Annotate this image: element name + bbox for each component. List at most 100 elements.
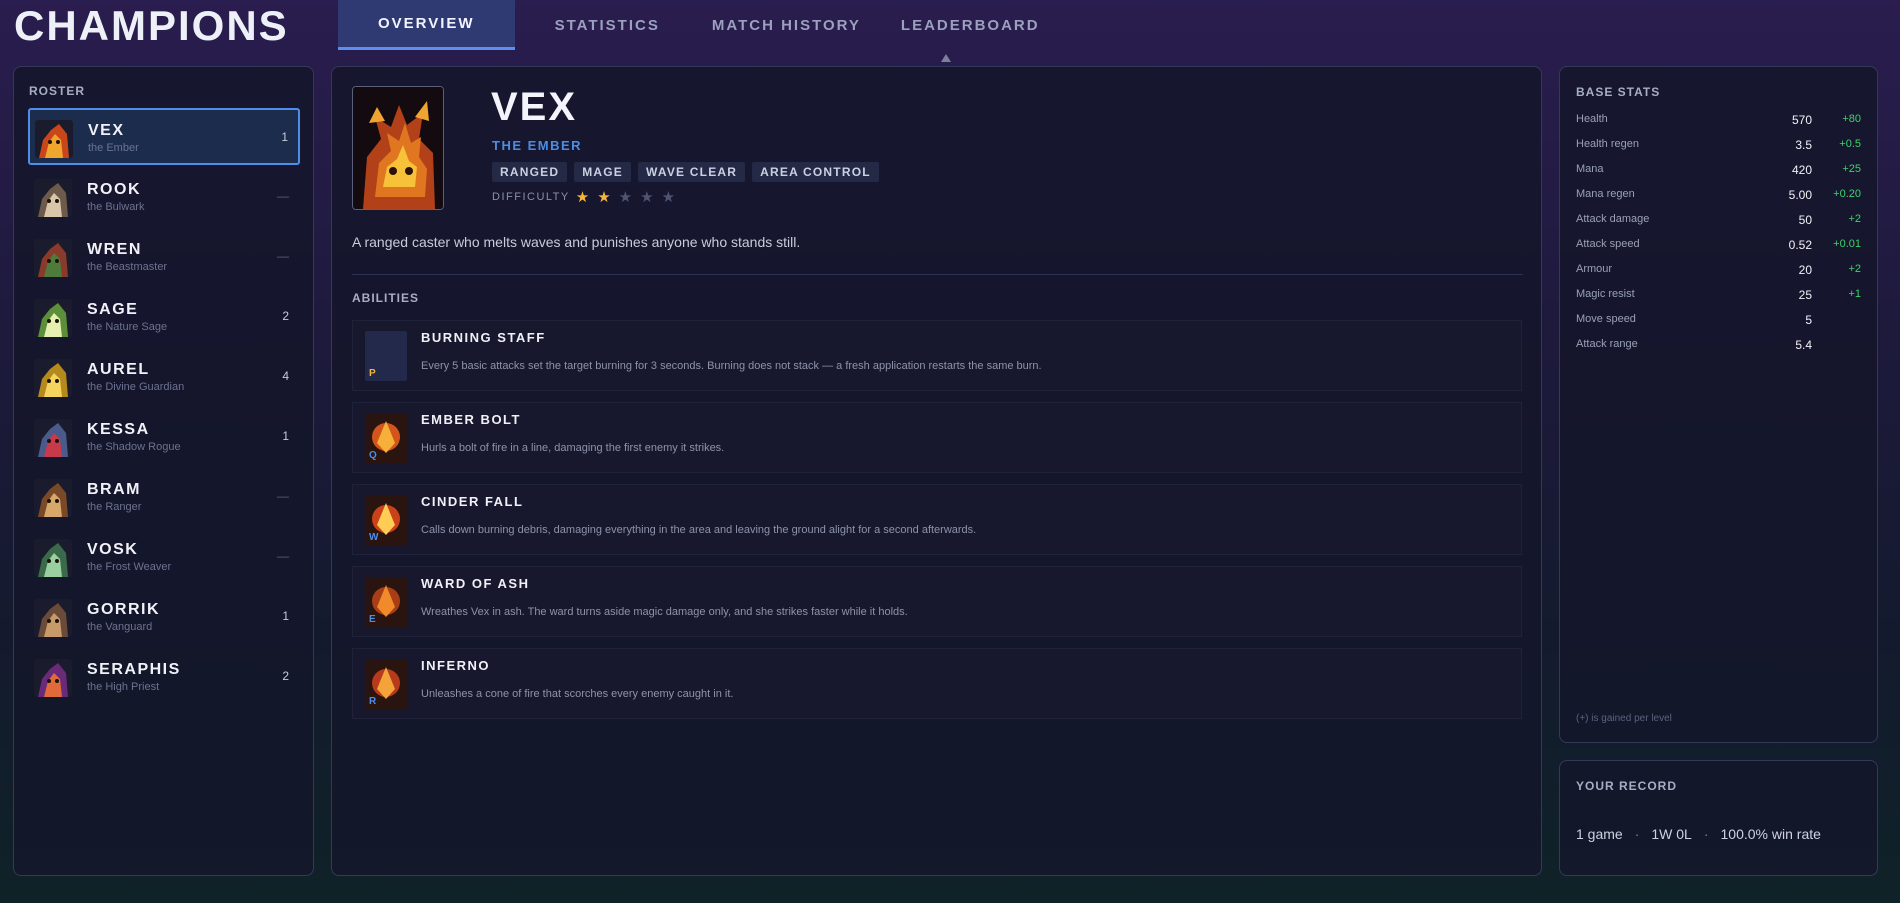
stat-label: Health regen (1576, 138, 1639, 150)
ability-name: BURNING STAFF (421, 330, 546, 345)
roster-item-vex[interactable]: VEX the Ember 1 (28, 108, 300, 165)
tab-match-history[interactable]: MATCH HISTORY (684, 0, 881, 50)
roster-item-name: AUREL (87, 361, 150, 378)
champion-avatar (34, 419, 72, 457)
ability-key: E (369, 614, 376, 625)
tag-wave-clear: WAVE CLEAR (638, 162, 746, 182)
roster-item-count: — (277, 249, 289, 263)
scroll-caret-icon (941, 54, 951, 62)
stat-row: Health regen 3.5 +0.5 (1576, 138, 1866, 163)
stat-label: Mana (1576, 163, 1604, 175)
tab-statistics[interactable]: STATISTICS (515, 0, 684, 50)
stat-row: Mana 420 +25 (1576, 163, 1866, 188)
stat-label: Magic resist (1576, 288, 1635, 300)
top-bar: CHAMPIONS OVERVIEW STATISTICS MATCH HIST… (0, 0, 1900, 62)
roster-item-bram[interactable]: BRAM the Ranger — (28, 468, 300, 525)
star-icon: ★ (661, 189, 676, 206)
stat-value: 420 (1791, 163, 1812, 177)
ability-description: Calls down burning debris, damaging ever… (421, 524, 977, 536)
stat-value: 5.4 (1795, 338, 1812, 352)
ability-ward-of-ash[interactable]: E WARD OF ASH Wreathes Vex in ash. The war… (352, 566, 1522, 637)
champion-avatar (34, 659, 72, 697)
roster-item-count: — (277, 189, 289, 203)
roster-item-count: — (277, 549, 289, 563)
stat-gain: +0.01 (1833, 238, 1861, 250)
ability-name: CINDER FALL (421, 494, 524, 509)
roster-item-count: 1 (281, 130, 288, 144)
roster-item-wren[interactable]: WREN the Beastmaster — (28, 228, 300, 285)
stat-value: 50 (1798, 213, 1812, 227)
tag-area-control: AREA CONTROL (752, 162, 879, 182)
roster-item-kessa[interactable]: KESSA the Shadow Rogue 1 (28, 408, 300, 465)
ability-ember-bolt[interactable]: Q EMBER BOLT Hurls a bolt of fire in a lin… (352, 402, 1522, 473)
stat-value: 0.52 (1788, 238, 1812, 252)
stat-rows: Health 570 +80 Health regen 3.5 +0.5 Mana 420 +2… (1576, 113, 1866, 363)
roster-item-count: 2 (282, 669, 289, 683)
ability-icon: R (365, 659, 407, 709)
ability-burning-staff[interactable]: P BURNING STAFF Every 5 basic attacks set … (352, 320, 1522, 391)
champion-title: THE EMBER (492, 138, 583, 153)
champion-avatar (34, 479, 72, 517)
roster-item-name: KESSA (87, 421, 150, 438)
ability-description: Unleashes a cone of fire that scorches e… (421, 688, 734, 700)
ability-icon: E (365, 577, 407, 627)
champion-tags: RANGED MAGE WAVE CLEAR AREA CONTROL (492, 162, 879, 182)
stat-gain: +0.20 (1833, 188, 1861, 200)
tag-ranged: RANGED (492, 162, 568, 182)
roster-item-title: the Divine Guardian (87, 381, 185, 393)
difficulty-rating: DIFFICULTY ★ ★ ★ ★ ★ (492, 188, 683, 206)
roster-list: VEX the Ember 1 ROOK the Bulwark — WREN the Bea… (28, 108, 300, 708)
abilities-heading: ABILITIES (352, 291, 420, 305)
base-stats-heading: BASE STATS (1576, 85, 1661, 99)
record-summary: 1 game · 1W 0L · 100.0% win rate (1576, 826, 1821, 842)
roster-item-title: the Vanguard (87, 621, 153, 633)
ability-name: EMBER BOLT (421, 412, 521, 427)
roster-item-title: the Frost Weaver (87, 561, 172, 573)
record-wl: 1W 0L (1651, 826, 1692, 842)
stat-value: 3.5 (1795, 138, 1812, 152)
tab-leaderboard[interactable]: LEADERBOARD (881, 0, 1060, 50)
stat-gain: +80 (1842, 113, 1861, 125)
roster-item-vosk[interactable]: VOSK the Frost Weaver — (28, 528, 300, 585)
roster-item-seraphis[interactable]: SERAPHIS the High Priest 2 (28, 648, 300, 705)
stat-row: Attack speed 0.52 +0.01 (1576, 238, 1866, 263)
stat-gain: +0.5 (1839, 138, 1861, 150)
main-tabs: OVERVIEW STATISTICS MATCH HISTORY LEADER… (338, 0, 1060, 50)
tab-overview[interactable]: OVERVIEW (338, 0, 515, 50)
roster-item-count: 1 (282, 609, 289, 623)
roster-item-count: — (277, 489, 289, 503)
star-icon: ★ (597, 189, 611, 206)
roster-item-title: the Beastmaster (87, 261, 168, 273)
ability-description: Every 5 basic attacks set the target bur… (421, 360, 1042, 372)
ability-cinder-fall[interactable]: W CINDER FALL Calls down burning debris, d… (352, 484, 1522, 555)
roster-item-count: 2 (282, 309, 289, 323)
difficulty-label: DIFFICULTY (492, 191, 570, 203)
roster-item-name: ROOK (87, 181, 141, 198)
roster-item-rook[interactable]: ROOK the Bulwark — (28, 168, 300, 225)
champion-avatar (34, 599, 72, 637)
ability-icon: W (365, 495, 407, 545)
ability-key: P (369, 368, 376, 379)
ability-icon: P (365, 331, 407, 381)
stat-row: Attack range 5.4 (1576, 338, 1866, 363)
roster-item-title: the Shadow Rogue (87, 441, 181, 453)
ability-key: R (369, 696, 377, 707)
stat-label: Attack range (1576, 338, 1638, 350)
roster-item-name: VEX (88, 122, 125, 139)
roster-item-title: the High Priest (87, 681, 160, 693)
app-title: CHAMPIONS (14, 2, 289, 49)
ability-inferno[interactable]: R INFERNO Unleashes a cone of fire that sc… (352, 648, 1522, 719)
ability-key: Q (369, 450, 377, 461)
record-separator: · (1634, 826, 1640, 842)
stat-label: Attack damage (1576, 213, 1650, 225)
star-icon: ★ (575, 189, 590, 206)
roster-item-sage[interactable]: SAGE the Nature Sage 2 (28, 288, 300, 345)
ability-description: Wreathes Vex in ash. The ward turns asid… (421, 606, 908, 618)
roster-item-gorrik[interactable]: GORRIK the Vanguard 1 (28, 588, 300, 645)
stat-label: Mana regen (1576, 188, 1635, 200)
stat-label: Armour (1576, 263, 1613, 275)
stat-value: 5 (1805, 313, 1812, 327)
roster-item-count: 4 (282, 369, 289, 383)
roster-item-aurel[interactable]: AUREL the Divine Guardian 4 (28, 348, 300, 405)
champion-blurb: A ranged caster who melts waves and puni… (352, 234, 801, 250)
